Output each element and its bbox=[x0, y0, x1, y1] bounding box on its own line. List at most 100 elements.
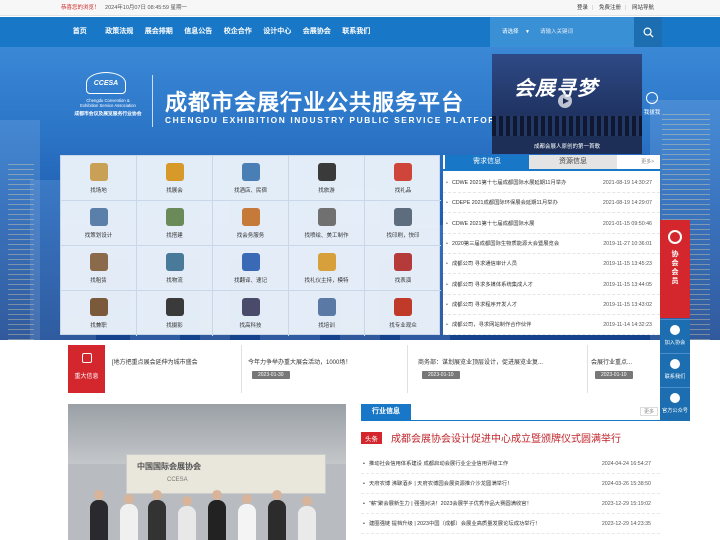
industry-more-link[interactable]: 更多 bbox=[639, 407, 658, 416]
list-item[interactable]: • CDWE 2021第十七届成都国际水展 2021-01-15 09:50:46 bbox=[443, 214, 660, 234]
service-label: 找酒店、民宿 bbox=[233, 188, 267, 194]
login-link[interactable]: 登录 bbox=[577, 5, 588, 11]
search-button[interactable] bbox=[634, 17, 662, 47]
bullet-icon: • bbox=[446, 200, 448, 207]
tab-demand[interactable]: 需求信息 bbox=[445, 155, 529, 169]
nav-school[interactable]: 校企合作 bbox=[218, 17, 258, 47]
service-icon bbox=[394, 208, 412, 226]
wechat-button[interactable]: 官方公众号 bbox=[660, 387, 690, 421]
search-input[interactable] bbox=[534, 17, 626, 47]
service-icon bbox=[89, 253, 108, 271]
nav-contact[interactable]: 联系我们 bbox=[337, 17, 377, 47]
list-item[interactable]: • "薪"聚会展新生力 | 强强对决！2023会展学子优秀作品大赛圆满收官！ 202… bbox=[361, 494, 660, 514]
list-item[interactable]: • 成都公司，寻求网站制作合作伙伴 2019-11-14 14:32:23 bbox=[443, 315, 660, 336]
news-icon bbox=[81, 353, 92, 363]
industry-news: 行业信息 更多 头条 成都会展协会设计促进中心成立暨颁牌仪式圆满举行 • 推动社会… bbox=[361, 404, 660, 540]
nav-policy[interactable]: 政策法规 bbox=[100, 17, 140, 47]
news-photo[interactable]: 中国国际会展协会 CCESA bbox=[68, 404, 346, 540]
platform-title-english: CHENGDU EXHIBITION INDUSTRY PUBLIC SERVI… bbox=[165, 115, 495, 125]
service-item[interactable]: 找专业观众 bbox=[365, 291, 441, 336]
ticker-item[interactable]: 今年力争举办重大展会活动，1000场！ 2023-01-30 bbox=[248, 345, 408, 393]
top-bar: 恭喜您的浏览！ 2024年10月07日 08:45:59 星期一 登录 | 免费注… bbox=[0, 0, 720, 16]
service-item[interactable]: 找礼仪主持，模特 bbox=[289, 246, 365, 291]
service-label: 找会务服务 bbox=[236, 233, 265, 239]
sitemap-link[interactable]: 网站导航 bbox=[632, 5, 654, 11]
service-item[interactable]: 找会务服务 bbox=[213, 201, 289, 246]
member-button[interactable]: 协会会员 bbox=[660, 220, 690, 318]
service-label: 找印刷，快印 bbox=[386, 233, 420, 239]
search-icon bbox=[643, 27, 654, 38]
float-sidebar: 协会会员 加入协会 联系我们 官方公众号 bbox=[660, 220, 690, 425]
search-category-select[interactable]: 请选择 ▼ bbox=[490, 17, 534, 47]
service-item[interactable]: 找物流 bbox=[137, 246, 213, 291]
chevron-down-icon: ▼ bbox=[525, 29, 530, 35]
service-icon bbox=[317, 208, 336, 226]
nav-association[interactable]: 会展协会 bbox=[297, 17, 337, 47]
service-label: 找喷绘、美工制作 bbox=[304, 233, 349, 239]
industry-tab[interactable]: 行业信息 bbox=[361, 404, 411, 420]
service-icon bbox=[165, 163, 184, 181]
police-badge-icon bbox=[646, 92, 658, 104]
ticker-item[interactable]: [地方把重点展会延伸为城市盛会 2023-01-10 bbox=[112, 345, 242, 393]
list-item[interactable]: • 天府农博 沸聊酒乡 | 天府农博园会展资源推介沙龙圆满举行！ 2024-03-2… bbox=[361, 474, 660, 494]
ticker-item[interactable]: 会展行业重点... 2023-01-10 bbox=[591, 345, 660, 393]
nav-design[interactable]: 设计中心 bbox=[258, 17, 298, 47]
service-item[interactable]: 找展会 bbox=[137, 156, 213, 201]
user-add-icon bbox=[670, 325, 680, 335]
service-item[interactable]: 找表演 bbox=[365, 246, 441, 291]
service-item[interactable]: 找旅游 bbox=[289, 156, 365, 201]
service-item[interactable]: 找酒店、民宿 bbox=[213, 156, 289, 201]
join-association-button[interactable]: 加入协会 bbox=[660, 319, 690, 353]
nav-home[interactable]: 首页 bbox=[60, 17, 100, 47]
list-item[interactable]: • CDWE 2021第十七届成都国际水展延期11月举办 2021-08-19 14… bbox=[443, 173, 660, 193]
wechat-icon bbox=[670, 393, 680, 403]
service-item[interactable]: 找摄影 bbox=[137, 291, 213, 336]
list-item[interactable]: • 成都公司 寻求多媒体系统集成人才 2019-11-15 13:44:05 bbox=[443, 275, 660, 295]
service-item[interactable]: 找策划设计 bbox=[61, 201, 137, 246]
service-item[interactable]: 找搭建 bbox=[137, 201, 213, 246]
tab-resource[interactable]: 资源信息 bbox=[529, 155, 617, 169]
service-item[interactable]: 找高科技 bbox=[213, 291, 289, 336]
association-logo[interactable]: CCESA Chengdu Convention & Exhibition Se… bbox=[58, 72, 158, 132]
service-item[interactable]: 找喷绘、美工制作 bbox=[289, 201, 365, 246]
service-icon bbox=[241, 163, 260, 181]
list-item[interactable]: • 推动社会信用体系建设 成都启动会展行业企业信用评级工作 2024-04-24 1… bbox=[361, 454, 660, 474]
bullet-icon: • bbox=[446, 240, 448, 247]
police-badge-link[interactable]: 我拔我 bbox=[642, 92, 662, 116]
headline-item[interactable]: 头条 成都会展协会设计促进中心成立暨颁牌仪式圆满举行 bbox=[361, 430, 660, 446]
list-item[interactable]: • 建圈强链 提档升级 | 2023中国（成都）会展业高质量发展论坛成功举行！ 20… bbox=[361, 514, 660, 534]
nav-schedule[interactable]: 展会排期 bbox=[139, 17, 179, 47]
list-item[interactable]: • CDEPE 2021成都国际环保展会延期11月举办 2021-08-19 14:… bbox=[443, 193, 660, 214]
ticker-item[interactable]: 商务部：谋划展览业顶层设计，促进展览业复... 2023-01-10 bbox=[418, 345, 588, 393]
list-item[interactable]: • 2020第三届成都国际生物质能源大会暨展览会 2019-11-27 10:36:… bbox=[443, 234, 660, 254]
service-label: 找租赁 bbox=[90, 278, 107, 284]
bullet-icon: • bbox=[446, 322, 448, 329]
register-link[interactable]: 免费注册 bbox=[599, 5, 621, 11]
service-item[interactable]: 找场地 bbox=[61, 156, 137, 201]
contact-button[interactable]: 联系我们 bbox=[660, 353, 690, 387]
nav-notice[interactable]: 信息公告 bbox=[179, 17, 219, 47]
list-item[interactable]: • 成都公司 寻求程序开发人才 2019-11-15 13:43:02 bbox=[443, 295, 660, 315]
list-item[interactable]: • 成都公司 寻求通信审计人员 2019-11-15 13:45:23 bbox=[443, 254, 660, 275]
service-item[interactable]: 找印刷，快印 bbox=[365, 201, 441, 246]
play-icon[interactable] bbox=[558, 94, 572, 108]
video-player[interactable]: 会展寻梦 成都会展人原创的第一首歌 bbox=[492, 54, 642, 154]
service-item[interactable]: 找租赁 bbox=[61, 246, 137, 291]
service-label: 找翻译、速记 bbox=[233, 278, 267, 284]
service-icon bbox=[394, 163, 412, 181]
service-label: 找高科技 bbox=[239, 323, 262, 329]
current-datetime: 2024年10月07日 08:45:59 星期一 bbox=[105, 5, 187, 11]
bullet-icon: • bbox=[446, 301, 448, 308]
service-label: 找场地 bbox=[90, 188, 107, 194]
service-icon bbox=[89, 208, 108, 226]
service-item[interactable]: 找礼品 bbox=[365, 156, 441, 201]
service-item[interactable]: 找培训 bbox=[289, 291, 365, 336]
news-more-link[interactable]: 更多> bbox=[641, 158, 654, 165]
major-news-ticker: 重大信息 [地方把重点展会延伸为城市盛会 2023-01-10 今年力争举办重大… bbox=[68, 345, 660, 393]
video-title: 会展寻梦 bbox=[514, 76, 598, 100]
service-item[interactable]: 找兼职 bbox=[61, 291, 137, 336]
service-icon bbox=[165, 253, 184, 271]
service-grid: 找场地 找展会 找酒店、民宿 找旅游 找礼品 找策划设计 找搭建 找会务服务 找喷绘、美工制作找… bbox=[60, 155, 441, 336]
service-item[interactable]: 找翻译、速记 bbox=[213, 246, 289, 291]
bullet-icon: • bbox=[446, 220, 448, 227]
